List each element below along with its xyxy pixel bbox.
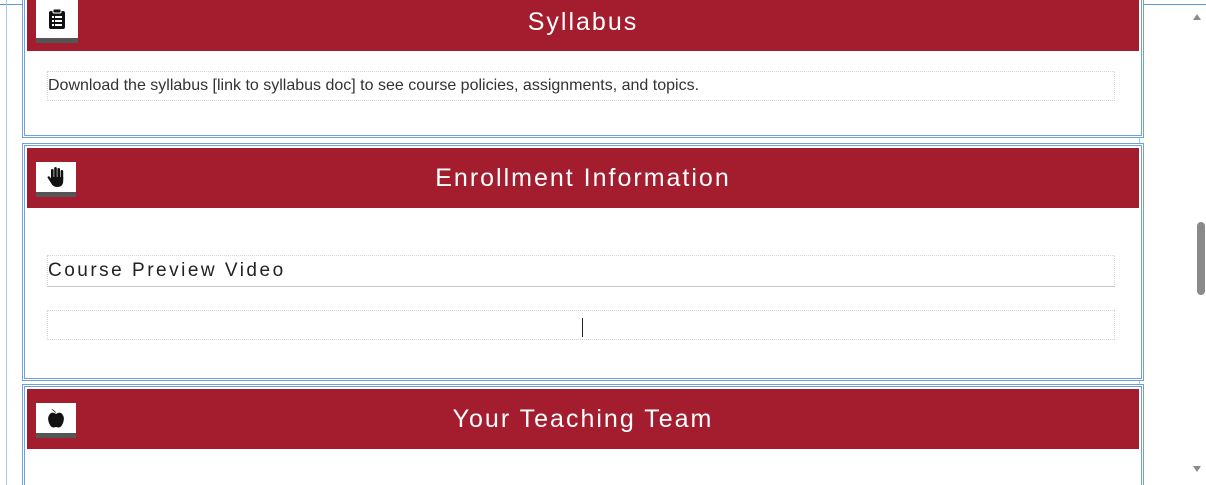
section-title: Your Teaching Team [452, 405, 714, 433]
section-header-syllabus: Syllabus [27, 0, 1139, 51]
section-header-enrollment: Enrollment Information [27, 148, 1139, 208]
syllabus-body: Download the syllabus [link to syllabus … [48, 77, 700, 94]
video-subheading: Course Preview Video [48, 260, 286, 281]
syllabus-text[interactable]: Download the syllabus [link to syllabus … [47, 71, 1115, 101]
section-title: Enrollment Information [435, 164, 731, 192]
text-caret [582, 318, 583, 337]
scroll-down-arrow-icon[interactable] [1193, 466, 1201, 472]
scrollbar-thumb[interactable] [1197, 222, 1205, 295]
section-syllabus[interactable]: Syllabus Download the syllabus [link to … [22, 0, 1144, 138]
video-subheading-block[interactable]: Course Preview Video [47, 255, 1115, 287]
section-header-teaching-team: Your Teaching Team [27, 389, 1139, 449]
content-editor[interactable]: Syllabus Download the syllabus [link to … [6, 0, 1144, 485]
scroll-up-arrow-icon[interactable] [1193, 14, 1201, 20]
video-embed-block[interactable] [47, 310, 1115, 340]
section-teaching-team[interactable]: Your Teaching Team [22, 384, 1144, 485]
editor-page: Syllabus Download the syllabus [link to … [0, 0, 1206, 485]
section-title: Syllabus [527, 8, 639, 36]
section-enrollment[interactable]: Enrollment Information Course Preview Vi… [22, 143, 1144, 381]
